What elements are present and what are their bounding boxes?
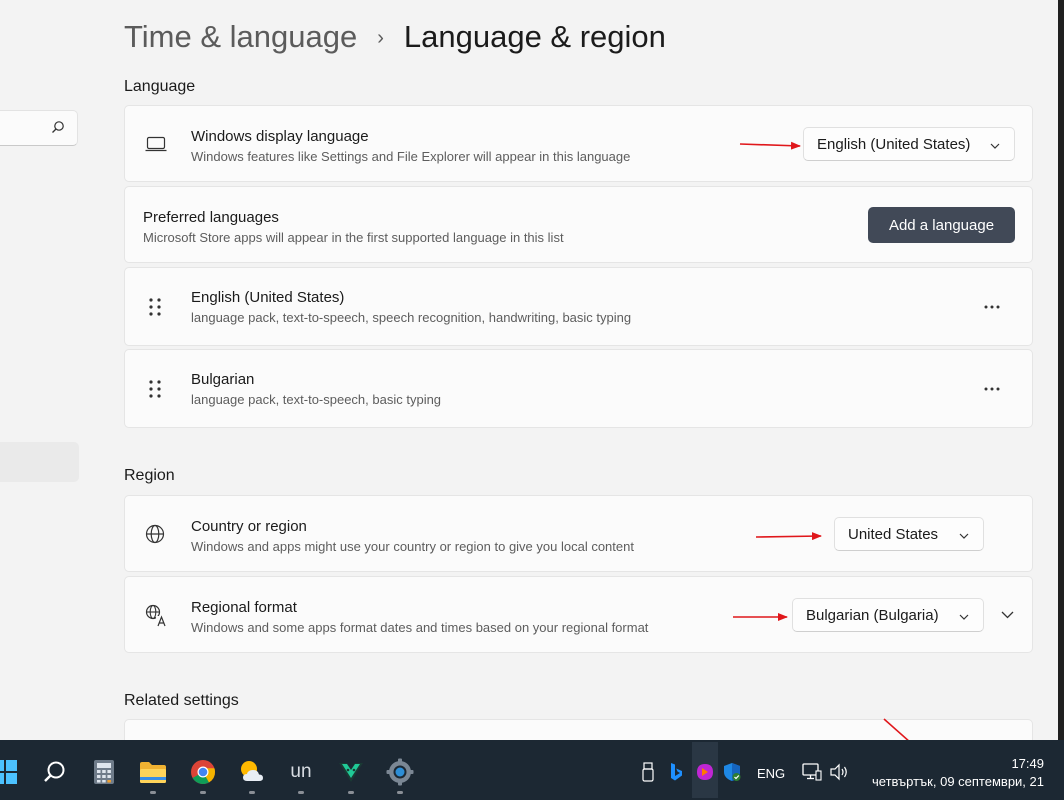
weather-icon[interactable] <box>237 757 267 787</box>
annotation-arrow <box>755 532 822 541</box>
file-explorer-icon[interactable] <box>138 757 168 787</box>
calculator-icon[interactable] <box>89 757 119 787</box>
un-app-icon[interactable]: un <box>286 757 316 787</box>
running-indicator <box>397 791 403 794</box>
running-indicator <box>249 791 255 794</box>
terminal-app-icon[interactable] <box>336 757 366 787</box>
annotation-arrows <box>733 141 938 767</box>
running-indicator <box>348 791 354 794</box>
app-tray-icon[interactable] <box>692 757 718 787</box>
annotation-arrow <box>739 141 801 150</box>
search-icon[interactable] <box>40 757 70 787</box>
volume-icon[interactable] <box>827 757 851 787</box>
security-shield-icon[interactable] <box>720 757 744 787</box>
network-icon[interactable] <box>800 757 824 787</box>
chrome-icon[interactable] <box>188 757 218 787</box>
clock-time[interactable]: 17:49 <box>1011 756 1044 771</box>
settings-app-icon[interactable] <box>385 757 415 787</box>
usb-drive-icon[interactable] <box>636 757 660 787</box>
running-indicator <box>298 791 304 794</box>
input-language-indicator[interactable]: ENG <box>757 766 785 781</box>
clock-date[interactable]: четвъртък, 09 септември, 21 <box>872 774 1044 789</box>
start-icon[interactable] <box>0 757 20 787</box>
bing-icon[interactable] <box>664 757 688 787</box>
running-indicator <box>150 791 156 794</box>
running-indicator <box>200 791 206 794</box>
